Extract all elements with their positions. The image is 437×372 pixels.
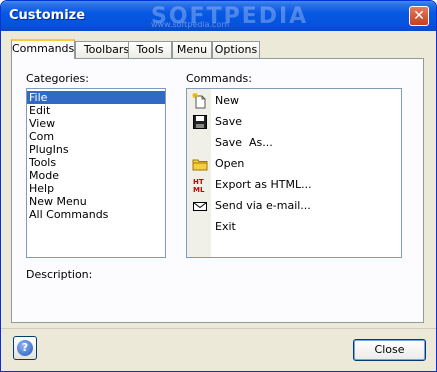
html-icon: HT ML: [192, 177, 208, 194]
command-label: Open: [215, 157, 245, 170]
title-bar[interactable]: Customize SOFTPEDIA www.softpedia.com ✕: [1, 1, 436, 31]
category-item-all-commands[interactable]: All Commands: [27, 208, 165, 221]
category-item-file[interactable]: File: [27, 91, 165, 104]
command-label: Exit: [215, 220, 236, 233]
folder-icon: [192, 156, 208, 172]
category-item-mode[interactable]: Mode: [27, 169, 165, 182]
categories-label: Categories:: [26, 72, 89, 85]
footer-divider: [1, 328, 436, 329]
command-item-save[interactable]: Save: [187, 112, 401, 132]
svg-text:ML: ML: [193, 186, 205, 193]
category-item-view[interactable]: View: [27, 117, 165, 130]
command-item-new[interactable]: New: [187, 91, 401, 111]
category-item-com[interactable]: Com: [27, 130, 165, 143]
category-item-help[interactable]: Help: [27, 182, 165, 195]
category-item-plugins[interactable]: PlugIns: [27, 143, 165, 156]
commands-label: Commands:: [186, 72, 252, 85]
categories-list[interactable]: File Edit View Com PlugIns Tools Mode He…: [26, 88, 166, 258]
close-button[interactable]: Close: [353, 339, 426, 361]
category-item-tools[interactable]: Tools: [27, 156, 165, 169]
command-label: Export as HTML...: [215, 178, 312, 191]
command-label: Save: [215, 115, 243, 128]
help-icon: ?: [17, 340, 33, 356]
command-item-save-as[interactable]: Save As...: [187, 133, 401, 153]
commands-panel: Categories: File Edit View Com PlugIns T…: [11, 58, 424, 323]
commands-list[interactable]: New Save Save As... Open HT ML Export as…: [186, 88, 402, 258]
command-item-exit[interactable]: Exit: [187, 217, 401, 237]
command-label: Save As...: [215, 136, 273, 149]
category-item-new-menu[interactable]: New Menu: [27, 195, 165, 208]
help-button[interactable]: ?: [13, 336, 37, 360]
command-label: Send via e-mail...: [215, 199, 311, 212]
tab-tools[interactable]: Tools: [128, 41, 172, 58]
command-label: New: [215, 94, 239, 107]
command-item-export-html[interactable]: HT ML Export as HTML...: [187, 175, 401, 195]
category-item-edit[interactable]: Edit: [27, 104, 165, 117]
watermark-url: www.softpedia.com: [151, 20, 230, 29]
description-label: Description:: [26, 268, 93, 281]
svg-text:HT: HT: [193, 178, 204, 186]
command-item-send-email[interactable]: Send via e-mail...: [187, 196, 401, 216]
window-title: Customize: [9, 8, 86, 23]
command-item-open[interactable]: Open: [187, 154, 401, 174]
tab-menu[interactable]: Menu: [172, 41, 212, 58]
tab-commands[interactable]: Commands: [11, 39, 75, 59]
new-document-icon: [192, 93, 208, 109]
tab-options[interactable]: Options: [212, 41, 260, 58]
close-icon[interactable]: ✕: [409, 6, 429, 26]
floppy-disk-icon: [192, 114, 208, 130]
envelope-icon: [192, 198, 208, 214]
customize-dialog: Customize SOFTPEDIA www.softpedia.com ✕ …: [0, 0, 437, 372]
